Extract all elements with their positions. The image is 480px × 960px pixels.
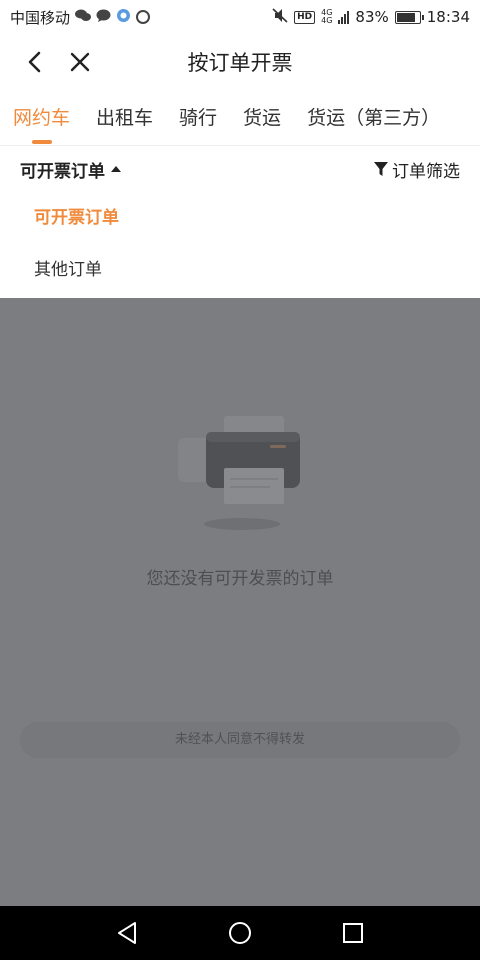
funnel-icon <box>374 162 388 176</box>
battery-percent: 83% <box>355 8 389 26</box>
square-recents-icon <box>343 923 364 943</box>
hd-badge: HD <box>294 10 316 24</box>
order-type-dropdown-label: 可开票订单 <box>20 161 105 182</box>
tab-taxi[interactable]: 出租车 <box>83 90 166 145</box>
message-icon <box>96 9 111 26</box>
network-type: 4G 4G <box>321 9 332 25</box>
menu-item-invoiceable-orders[interactable]: 可开票订单 <box>0 192 480 244</box>
watermark-banner: 未经本人同意不得转发 <box>20 722 460 758</box>
close-icon <box>70 52 90 72</box>
circle-home-icon <box>228 922 251 944</box>
caret-up-icon <box>111 166 121 172</box>
category-tabs: 网约车 出租车 骑行 货运 货运（第三方） <box>0 90 480 146</box>
printer-icon <box>178 416 300 530</box>
nav-back-button[interactable] <box>107 913 147 953</box>
network-type-bottom: 4G <box>321 16 333 25</box>
system-nav-bar <box>0 906 480 960</box>
signal-icon <box>338 10 350 24</box>
nav-recents-button[interactable] <box>333 913 373 953</box>
battery-icon <box>394 10 424 24</box>
nav-home-button[interactable] <box>220 913 260 953</box>
record-icon <box>136 10 151 24</box>
filter-bar: 可开票订单 订单筛选 <box>0 146 480 192</box>
triangle-back-icon <box>117 922 136 944</box>
empty-state-message: 您还没有可开发票的订单 <box>146 569 334 589</box>
menu-item-other-orders[interactable]: 其他订单 <box>0 244 480 296</box>
wechat-icon <box>75 9 92 26</box>
back-button[interactable] <box>12 40 56 84</box>
order-filter-button[interactable]: 订单筛选 <box>374 157 460 182</box>
title-bar: 按订单开票 <box>0 34 480 90</box>
dimmed-overlay[interactable]: 您还没有可开发票的订单 未经本人同意不得转发 <box>0 298 480 906</box>
order-type-menu: 可开票订单 其他订单 <box>0 192 480 298</box>
carrier-label: 中国移动 <box>10 8 71 27</box>
tab-ride-hailing[interactable]: 网约车 <box>0 90 83 145</box>
app-notification-icon <box>116 8 131 27</box>
order-filter-label: 订单筛选 <box>392 161 460 182</box>
chevron-left-icon <box>28 51 41 73</box>
close-button[interactable] <box>58 40 102 84</box>
tab-freight-third-party[interactable]: 货运（第三方） <box>294 90 453 145</box>
mute-icon <box>272 7 288 27</box>
clock: 18:34 <box>426 8 470 26</box>
order-type-dropdown[interactable]: 可开票订单 <box>20 157 121 182</box>
tab-cycling[interactable]: 骑行 <box>166 90 230 145</box>
tab-freight[interactable]: 货运 <box>230 90 294 145</box>
status-bar: 中国移动 HD 4G 4G 83% 18:34 <box>0 0 480 34</box>
